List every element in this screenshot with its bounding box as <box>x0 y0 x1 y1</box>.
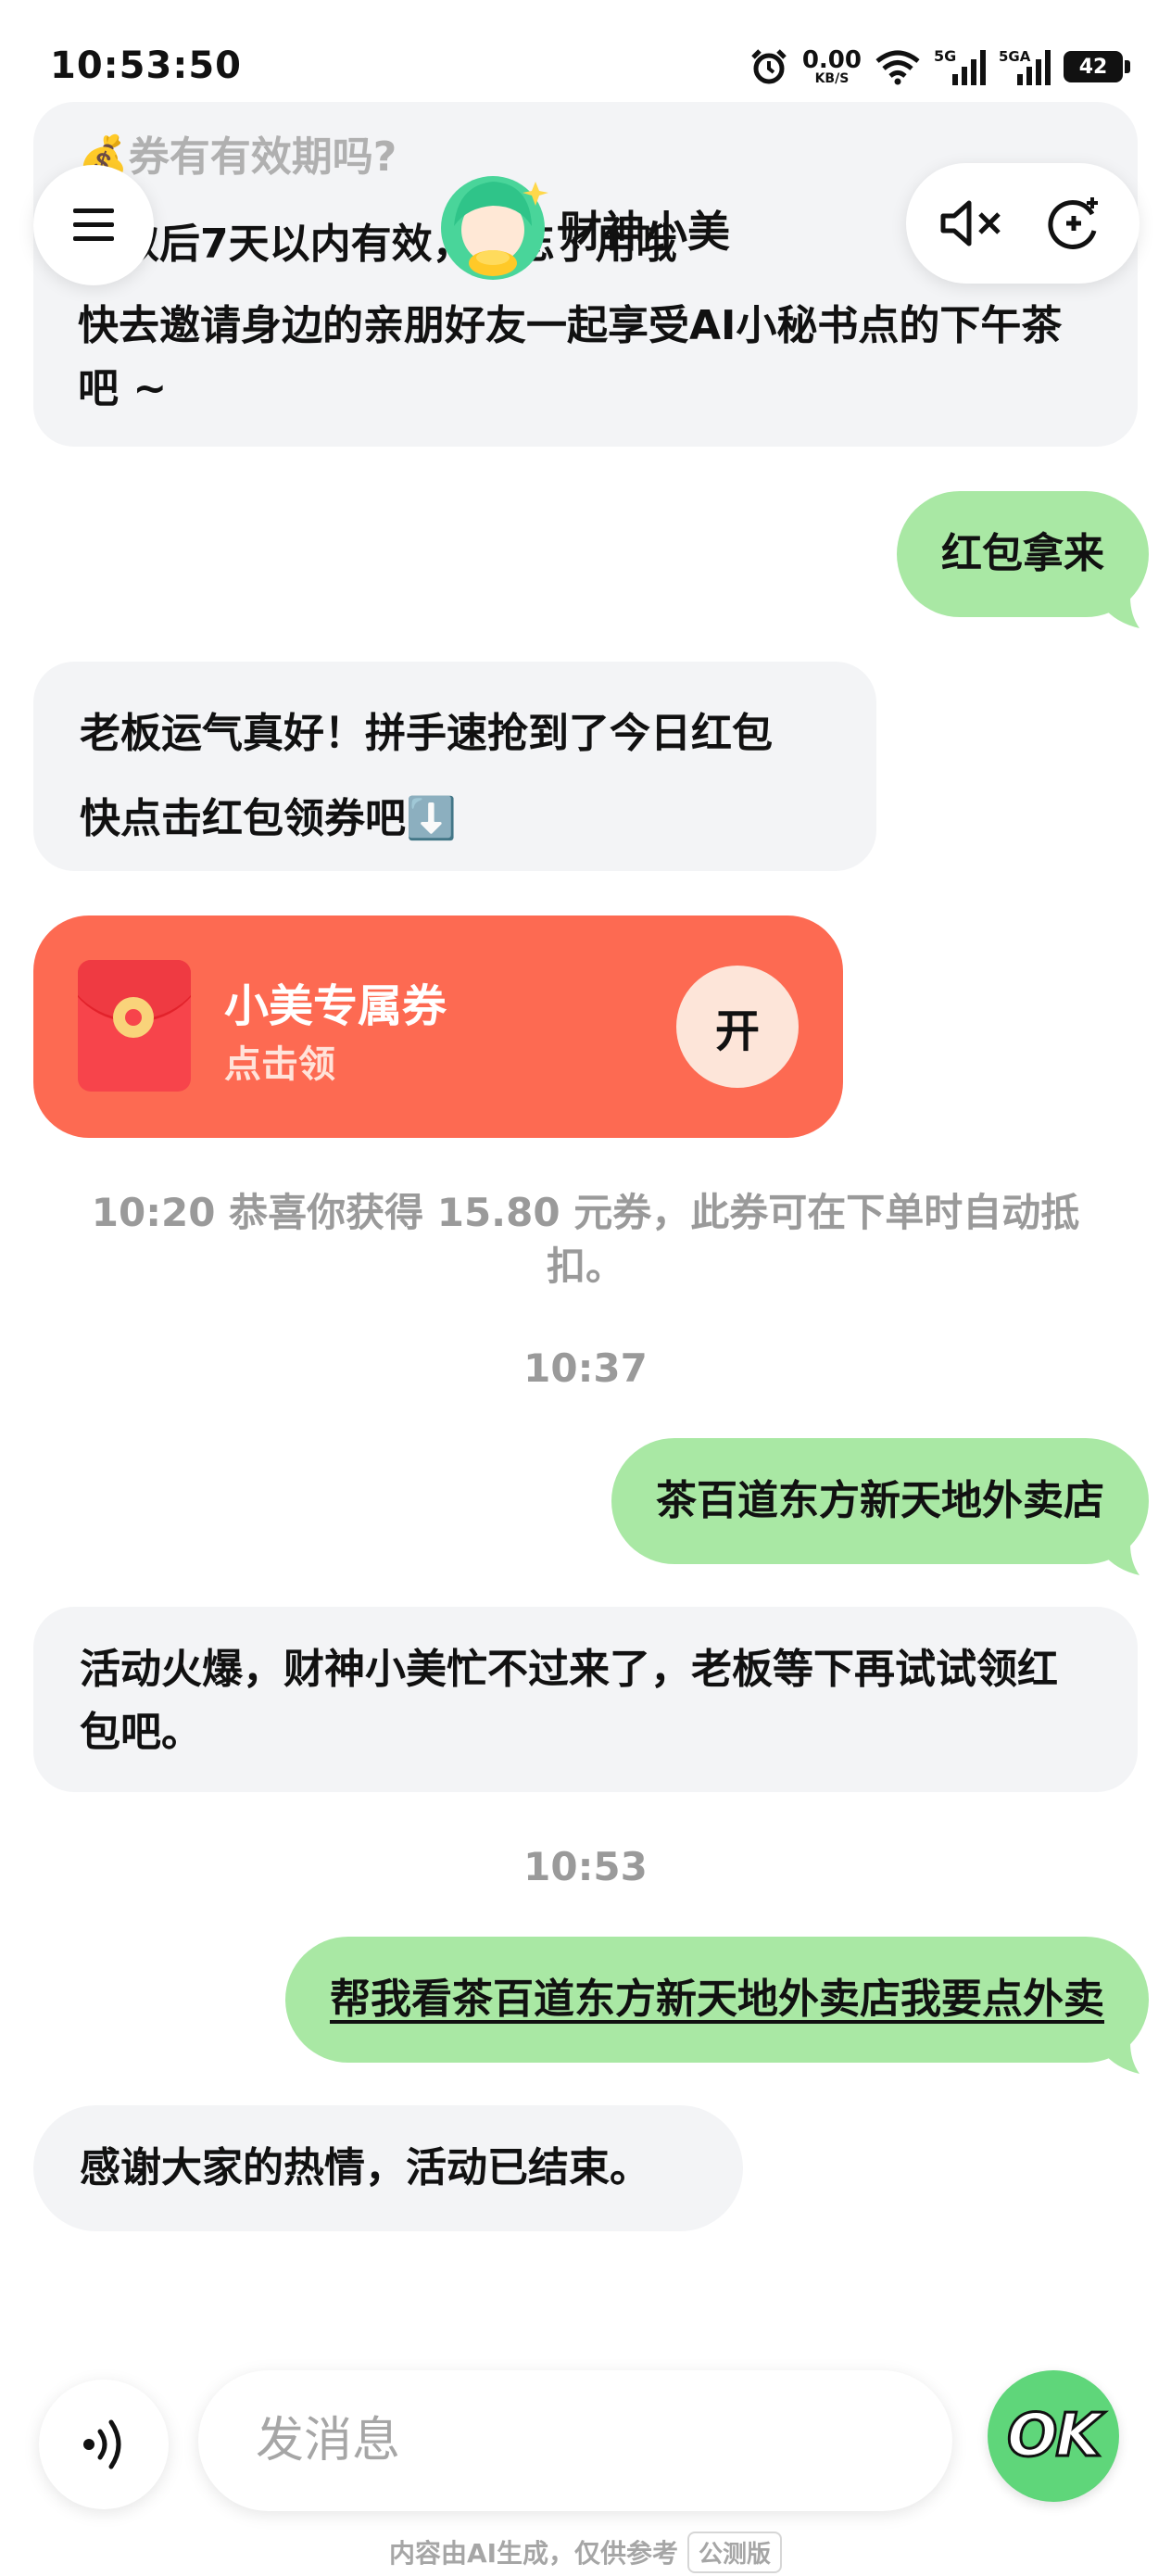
send-button-label: OK <box>1006 2401 1103 2472</box>
bot-message-line: 快点击红包领券吧⬇️ <box>80 795 457 842</box>
coupon-card[interactable]: 小美专属券 点击领 开 <box>33 915 843 1138</box>
red-envelope-icon <box>78 960 191 1092</box>
menu-button[interactable] <box>33 165 154 285</box>
signal-5g-icon: 5G <box>934 47 986 85</box>
timestamp: 10:37 <box>523 1345 648 1391</box>
alarm-icon <box>751 49 787 84</box>
speaker-muted-icon <box>940 200 1001 246</box>
voice-input-button[interactable] <box>39 2380 169 2509</box>
battery-icon: 42 <box>1064 51 1130 82</box>
system-message: 10:20 恭喜你获得 15.80 元券，此券可在下单时自动抵扣。 <box>91 1190 1080 1289</box>
coupon-subtitle: 点击领 <box>224 1043 335 1086</box>
bot-message-line: 老板运气真好！拼手速抢到了今日红包 <box>80 710 773 757</box>
bubble-tail <box>1102 1544 1140 1575</box>
voice-wave-icon <box>83 2419 121 2469</box>
mute-button[interactable] <box>930 182 1014 265</box>
net-speed: 0.00 KB/S <box>802 48 862 85</box>
message-input-box[interactable] <box>198 2370 952 2511</box>
net-speed-unit: KB/S <box>814 71 850 86</box>
disclaimer-text: 内容由AI生成，仅供参考 <box>388 2538 679 2569</box>
status-icons: 0.00 KB/S 5G 5GA 42 <box>749 41 1130 93</box>
net-speed-value: 0.00 <box>801 46 862 74</box>
new-chat-button[interactable] <box>1032 182 1115 265</box>
bot-message: 活动火爆，财神小美忙不过来了，老板等下再试试领红包吧。 <box>33 1607 1138 1792</box>
bot-message: 老板运气真好！拼手速抢到了今日红包 快点击红包领券吧⬇️ <box>33 662 876 871</box>
battery-level: 42 <box>1078 55 1108 79</box>
hamburger-icon <box>73 208 114 241</box>
header-actions <box>906 163 1140 284</box>
new-chat-icon <box>1048 197 1098 249</box>
status-bar: 10:53:50 0.00 KB/S 5G 5GA 42 <box>0 0 1171 102</box>
assistant-avatar <box>441 176 548 280</box>
signal2-label: 5GA <box>999 48 1031 65</box>
send-button[interactable]: OK <box>988 2370 1119 2502</box>
signal-5ga-icon: 5GA <box>999 48 1051 85</box>
wifi-icon <box>875 50 920 85</box>
bubble-tail <box>1102 597 1140 628</box>
timestamp: 10:53 <box>523 1844 648 1889</box>
user-message: 茶百道东方新天地外卖店 <box>611 1438 1149 1564</box>
invite-text: 快去邀请身边的亲朋好友一起享受AI小秘书点的下午茶吧 ~ <box>78 302 1063 412</box>
beta-badge: 公测版 <box>687 2532 783 2573</box>
open-coupon-button[interactable]: 开 <box>676 966 799 1088</box>
signal1-label: 5G <box>934 47 956 65</box>
message-input[interactable] <box>254 2412 906 2469</box>
bot-message: 感谢大家的热情，活动已结束。 <box>33 2105 743 2231</box>
user-message[interactable]: 帮我看茶百道东方新天地外卖店我要点外卖 <box>285 1937 1149 2063</box>
status-time: 10:53:50 <box>50 44 242 87</box>
bubble-tail <box>1102 2042 1140 2074</box>
coupon-title: 小美专属券 <box>224 980 447 1032</box>
ai-disclaimer: 内容由AI生成，仅供参考 公测版 <box>0 2532 1171 2573</box>
page-title: 财神小美 <box>560 207 730 257</box>
